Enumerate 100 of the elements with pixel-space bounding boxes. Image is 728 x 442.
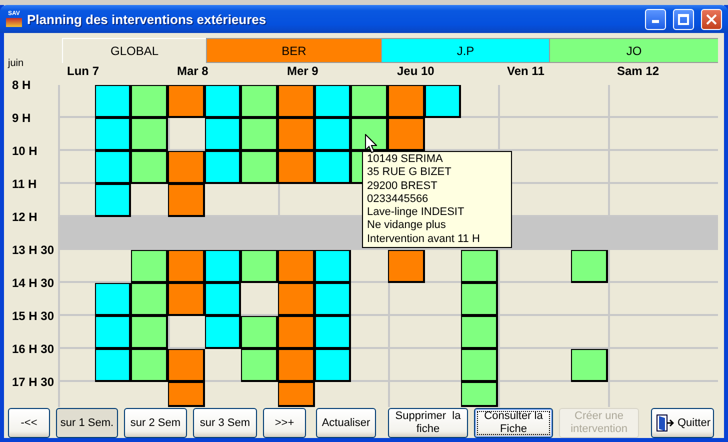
booking-block[interactable] bbox=[388, 118, 425, 151]
booking-block[interactable] bbox=[461, 316, 498, 349]
booking-block[interactable] bbox=[94, 283, 132, 316]
tooltip-line: 29200 BREST bbox=[367, 180, 438, 193]
booking-block[interactable] bbox=[131, 85, 168, 118]
booking-block[interactable] bbox=[168, 283, 205, 316]
booking-block[interactable] bbox=[204, 250, 242, 283]
maximize-button[interactable] bbox=[673, 8, 694, 30]
technician-tab[interactable]: JO bbox=[549, 38, 718, 63]
toolbar-button[interactable]: sur 2 Sem bbox=[124, 408, 187, 438]
booking-block[interactable] bbox=[241, 316, 278, 349]
booking-block[interactable] bbox=[168, 151, 205, 184]
booking-block[interactable] bbox=[94, 151, 132, 184]
day-label: Sam 12 bbox=[616, 63, 660, 80]
booking-block[interactable] bbox=[314, 250, 352, 283]
booking-block[interactable] bbox=[314, 85, 352, 118]
technician-tab[interactable]: BER bbox=[206, 38, 381, 63]
booking-block[interactable] bbox=[241, 85, 278, 118]
booking-block[interactable] bbox=[388, 250, 425, 283]
booking-block[interactable] bbox=[461, 250, 498, 283]
booking-block[interactable] bbox=[168, 250, 205, 283]
toolbar-button[interactable]: -<< bbox=[8, 408, 50, 438]
day-label: Ven 11 bbox=[506, 63, 546, 80]
booking-block[interactable] bbox=[278, 250, 315, 283]
minimize-button[interactable] bbox=[645, 8, 666, 30]
booking-block[interactable] bbox=[94, 118, 132, 151]
booking-block[interactable] bbox=[461, 382, 498, 407]
day-label: Mar 8 bbox=[176, 63, 210, 80]
tooltip-line: Ne vidange plus bbox=[367, 219, 447, 233]
technician-tab[interactable]: J.P bbox=[381, 38, 549, 63]
close-button[interactable] bbox=[701, 8, 722, 30]
technician-tab[interactable]: GLOBAL bbox=[62, 38, 206, 63]
booking-block[interactable] bbox=[278, 85, 315, 118]
booking-block[interactable] bbox=[204, 316, 242, 349]
booking-block[interactable] bbox=[314, 118, 352, 151]
tooltip-line: 35 RUE G BIZET bbox=[367, 166, 452, 180]
day-label: Mer 9 bbox=[286, 63, 320, 80]
toolbar-button[interactable]: >>+ bbox=[263, 408, 306, 438]
booking-block[interactable] bbox=[461, 349, 498, 382]
booking-block[interactable] bbox=[94, 184, 132, 217]
booking-block[interactable] bbox=[278, 151, 315, 184]
day-label: Jeu 10 bbox=[396, 63, 436, 80]
toolbar-button[interactable]: sur 3 Sem bbox=[193, 408, 257, 438]
toolbar-button[interactable]: sur 1 Sem. bbox=[56, 408, 118, 438]
hour-label: 10 H bbox=[11, 143, 38, 160]
tooltip-line: 10149 SERIMA bbox=[367, 153, 444, 166]
booking-block[interactable] bbox=[241, 349, 278, 382]
booking-block[interactable] bbox=[94, 85, 132, 118]
booking-block[interactable] bbox=[351, 85, 388, 118]
booking-block[interactable] bbox=[131, 283, 168, 316]
toolbar-button[interactable]: Consulter la Fiche bbox=[474, 408, 553, 438]
hour-label: 8 H bbox=[11, 77, 32, 94]
close-icon bbox=[706, 14, 717, 24]
booking-block[interactable] bbox=[351, 118, 388, 151]
booking-block[interactable] bbox=[94, 349, 132, 382]
quit-button[interactable]: Quitter bbox=[651, 408, 714, 438]
booking-block[interactable] bbox=[204, 85, 242, 118]
booking-block[interactable] bbox=[571, 349, 608, 382]
hour-label: 11 H bbox=[11, 176, 38, 193]
booking-block[interactable] bbox=[204, 151, 242, 184]
booking-block[interactable] bbox=[424, 85, 462, 118]
hour-label: 13 H 30 bbox=[11, 242, 56, 259]
hour-label: 17 H 30 bbox=[11, 374, 56, 391]
booking-block[interactable] bbox=[278, 316, 315, 349]
booking-block[interactable] bbox=[131, 151, 168, 184]
booking-block[interactable] bbox=[94, 316, 132, 349]
booking-block[interactable] bbox=[168, 349, 205, 382]
booking-block[interactable] bbox=[131, 349, 168, 382]
door-exit-icon bbox=[654, 413, 674, 433]
hour-label: 12 H bbox=[11, 209, 38, 226]
tooltip-line: 0233445566 bbox=[367, 192, 430, 206]
booking-block[interactable] bbox=[314, 151, 352, 184]
day-label: Lun 7 bbox=[66, 63, 100, 80]
booking-block[interactable] bbox=[131, 250, 168, 283]
booking-block[interactable] bbox=[278, 118, 315, 151]
booking-block[interactable] bbox=[168, 85, 205, 118]
tooltip-line: Lave-linge INDESIT bbox=[367, 206, 466, 220]
booking-block[interactable] bbox=[241, 250, 278, 283]
booking-block[interactable] bbox=[314, 316, 352, 349]
booking-block[interactable] bbox=[571, 250, 608, 283]
tooltip-line: Intervention avant 11 H bbox=[367, 232, 481, 246]
booking-block[interactable] bbox=[204, 118, 242, 151]
booking-block[interactable] bbox=[461, 283, 498, 316]
booking-block[interactable] bbox=[314, 349, 352, 382]
booking-block[interactable] bbox=[241, 151, 278, 184]
booking-block[interactable] bbox=[278, 382, 315, 407]
booking-block[interactable] bbox=[241, 118, 278, 151]
booking-block[interactable] bbox=[278, 349, 315, 382]
booking-block[interactable] bbox=[168, 184, 205, 217]
hour-label: 14 H 30 bbox=[11, 275, 56, 292]
booking-block[interactable] bbox=[131, 316, 168, 349]
booking-block[interactable] bbox=[278, 283, 315, 316]
booking-block[interactable] bbox=[314, 283, 352, 316]
toolbar-button[interactable]: Supprimer la fiche bbox=[388, 408, 468, 438]
hour-label: 16 H 30 bbox=[11, 341, 56, 358]
booking-block[interactable] bbox=[388, 85, 425, 118]
toolbar-button[interactable]: Actualiser bbox=[316, 408, 376, 438]
booking-block[interactable] bbox=[131, 118, 168, 151]
booking-block[interactable] bbox=[168, 382, 205, 407]
booking-block[interactable] bbox=[204, 283, 242, 316]
